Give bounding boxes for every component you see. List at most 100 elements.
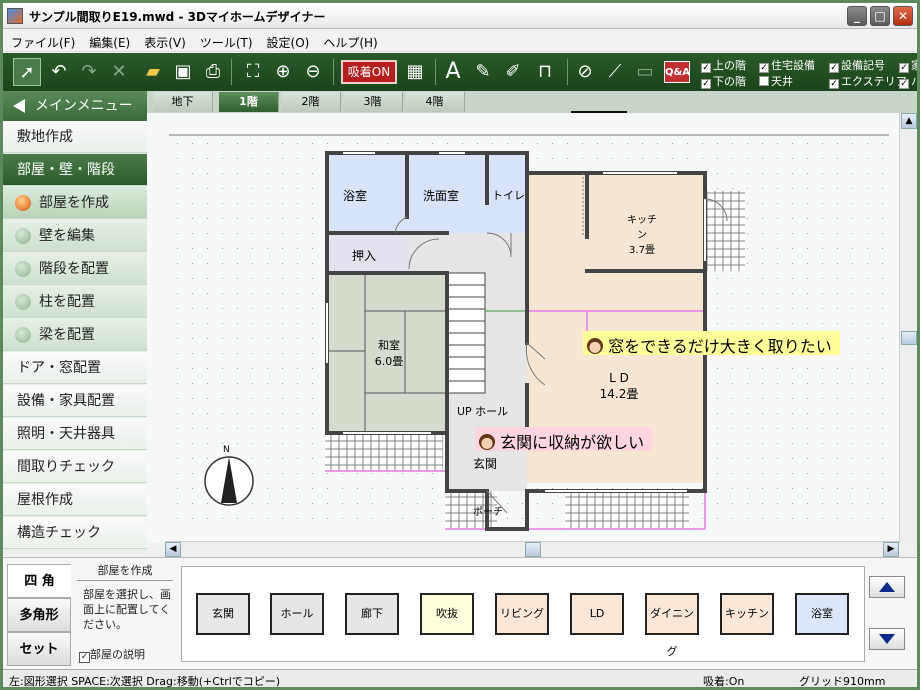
desc-text: 部屋を選択し、画面上に配置してください。: [83, 588, 171, 631]
menu-site-create[interactable]: 敷地作成: [3, 121, 147, 153]
pen-icon[interactable]: ✐: [499, 58, 527, 86]
panel-icon[interactable]: ▭: [631, 58, 659, 86]
tab-floor-1[interactable]: 1階: [219, 92, 279, 112]
check-furniture[interactable]: ✓家: [899, 57, 917, 73]
scroll-left-icon[interactable]: ◀: [165, 542, 181, 557]
menu-create-room[interactable]: 部屋を作成: [3, 187, 147, 219]
palette-dining[interactable]: ダイニング: [645, 593, 699, 658]
menu-file[interactable]: ファイル(F): [3, 30, 81, 51]
palette-entrance[interactable]: 玄関: [196, 593, 250, 635]
print-icon[interactable]: ⎙: [199, 58, 227, 86]
label-kitchen: キッチン 3.7畳: [627, 215, 657, 256]
redo-icon[interactable]: ↷: [75, 58, 103, 86]
palette-scroll-up-button[interactable]: [869, 576, 905, 598]
app-icon: [7, 8, 23, 24]
palette-bath[interactable]: 浴室: [795, 593, 849, 635]
label-washitsu: 和室 6.0畳: [374, 339, 404, 368]
menu-equipment-furniture[interactable]: 設備・家具配置: [3, 385, 147, 417]
dot-icon: [15, 261, 31, 277]
check-exterior[interactable]: ✓ エクステリア: [829, 73, 907, 89]
menu-place-column[interactable]: 柱を配置: [3, 286, 147, 318]
minimize-button[interactable]: _: [847, 6, 867, 26]
floor-plan-svg: [147, 113, 899, 543]
close-button[interactable]: ✕: [893, 6, 913, 26]
compass-label: N: [223, 445, 230, 455]
palette-corridor[interactable]: 廊下: [345, 593, 399, 635]
check-ceiling[interactable]: 天井: [759, 73, 793, 89]
menu-help[interactable]: ヘルプ(H): [315, 30, 383, 51]
terrace-tiles: [565, 491, 689, 529]
zoom-out-icon[interactable]: ⊖: [299, 58, 327, 86]
menu-place-beam[interactable]: 梁を配置: [3, 319, 147, 351]
dot-icon: [15, 294, 31, 310]
zoom-fit-icon[interactable]: ⛶: [239, 58, 267, 86]
dimension-icon[interactable]: ⊓: [531, 58, 559, 86]
check-extra[interactable]: ✓ハ: [899, 73, 917, 89]
title-bar: サンプル間取りE19.mwd - 3Dマイホームデザイナー _ □ ✕: [3, 3, 917, 29]
save-icon[interactable]: ▣: [169, 58, 197, 86]
undo-icon[interactable]: ↶: [45, 58, 73, 86]
menu-door-window[interactable]: ドア・窓配置: [3, 352, 147, 384]
palette-scroll-down-button[interactable]: [869, 628, 905, 650]
grid-icon[interactable]: ▦: [401, 58, 429, 86]
menu-edit[interactable]: 編集(E): [81, 30, 136, 51]
scroll-right-icon[interactable]: ▶: [883, 542, 899, 557]
scroll-up-icon[interactable]: ▲: [901, 113, 917, 129]
check-upper-floor[interactable]: ✓ 上の階: [701, 57, 746, 73]
select-arrow-icon[interactable]: ➚: [13, 58, 41, 86]
suction-on-button[interactable]: 吸着ON: [341, 60, 397, 84]
tab-basement[interactable]: 地下: [153, 92, 213, 112]
desc-checkbox[interactable]: ✓ 部屋の説明: [79, 646, 145, 663]
palette-hall[interactable]: ホール: [270, 593, 324, 635]
qa-button[interactable]: Q&A: [664, 61, 690, 83]
open-folder-icon[interactable]: ▰: [139, 58, 167, 86]
compass-icon[interactable]: ⊘: [571, 58, 599, 86]
triangle-up-icon: [879, 582, 895, 592]
tab-floor-4[interactable]: 4階: [405, 92, 465, 112]
triangle-down-icon: [879, 634, 895, 644]
delete-icon[interactable]: ✕: [105, 58, 133, 86]
bottom-panel: 四 角 多角形 セット 部屋を作成 部屋を選択し、画面上に配置してください。 ✓…: [3, 557, 917, 669]
menu-lighting[interactable]: 照明・天井器具: [3, 418, 147, 450]
check-housing-equipment[interactable]: ✓ 住宅設備: [759, 57, 815, 73]
menu-view[interactable]: 表示(V): [136, 30, 192, 51]
selected-dot-icon: [15, 195, 31, 211]
tab-rectangle[interactable]: 四 角: [7, 564, 71, 598]
app-window: サンプル間取りE19.mwd - 3Dマイホームデザイナー _ □ ✕ ファイル…: [0, 0, 920, 690]
tab-floor-3[interactable]: 3階: [343, 92, 403, 112]
label-bath: 浴室: [343, 189, 368, 203]
text-icon[interactable]: A: [439, 58, 467, 86]
terrace-tiles: [325, 433, 443, 471]
zoom-in-icon[interactable]: ⊕: [269, 58, 297, 86]
vertical-scrollbar[interactable]: ▲: [899, 113, 917, 543]
palette-ld[interactable]: LD: [570, 593, 624, 635]
floor-plan-canvas[interactable]: 浴室 洗面室 トイレ 押入 和室 6.0畳 キッチン 3.7畳 L D 14.2畳 U…: [147, 113, 899, 543]
menu-edit-wall[interactable]: 壁を編集: [3, 220, 147, 252]
palette-living[interactable]: リビング: [495, 593, 549, 635]
tab-floor-2[interactable]: 2階: [281, 92, 341, 112]
palette-kitchen[interactable]: キッチン: [720, 593, 774, 635]
horizontal-scrollbar[interactable]: ◀ ▶: [165, 541, 899, 557]
ruler-icon[interactable]: ⟋: [601, 58, 629, 86]
vscroll-thumb[interactable]: [901, 331, 917, 345]
maximize-button[interactable]: □: [870, 6, 890, 26]
note-entrance-storage[interactable]: 玄関に収納が欲しい: [475, 427, 653, 452]
palette-atrium[interactable]: 吹抜: [420, 593, 474, 635]
menu-room-wall-stairs[interactable]: 部屋・壁・階段: [3, 154, 147, 186]
menu-place-stairs[interactable]: 階段を配置: [3, 253, 147, 285]
check-lower-floor[interactable]: ✓ 下の階: [701, 73, 746, 89]
note-large-window[interactable]: 窓をできるだけ大きく取りたい: [583, 331, 840, 356]
menu-settings[interactable]: 設定(O): [259, 30, 316, 51]
menu-tools[interactable]: ツール(T): [192, 30, 259, 51]
tab-polygon[interactable]: 多角形: [7, 598, 71, 632]
person-icon: [479, 434, 495, 450]
label-icon[interactable]: ✎: [469, 58, 497, 86]
hscroll-thumb[interactable]: [525, 542, 541, 557]
menu-roof-create[interactable]: 屋根作成: [3, 484, 147, 516]
tab-set[interactable]: セット: [7, 632, 71, 666]
check-equipment-symbol[interactable]: ✓ 設備記号: [829, 57, 885, 73]
main-menu-header[interactable]: メインメニュー: [3, 91, 147, 121]
menu-structure-check[interactable]: 構造チェック: [3, 517, 147, 549]
room-palette: 玄関 ホール 廊下 吹抜 リビング LD ダイニング キッチン 浴室: [181, 566, 865, 662]
menu-layout-check[interactable]: 間取りチェック: [3, 451, 147, 483]
